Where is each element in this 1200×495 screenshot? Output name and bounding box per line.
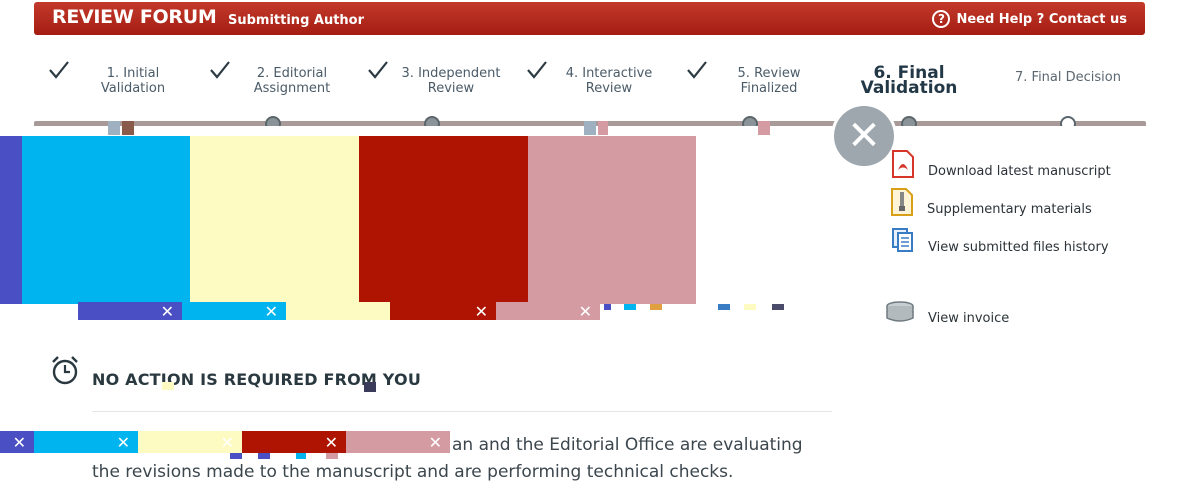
overlay-fragment	[604, 304, 611, 310]
overlay-tile[interactable]: ✕	[78, 302, 182, 321]
alarm-clock-icon	[52, 356, 78, 385]
check-icon	[210, 61, 230, 79]
coins-icon	[886, 301, 914, 322]
overlay-block	[0, 136, 22, 304]
step-7-label[interactable]: 7. Final Decision	[1008, 70, 1128, 85]
overlay-fragment	[162, 382, 174, 390]
overlay-block	[528, 136, 696, 304]
overlay-close-button[interactable]: ✕	[834, 106, 894, 166]
overlay-fragment	[598, 121, 608, 135]
overlay-tile[interactable]: ✕	[182, 302, 286, 321]
overlay-tile[interactable]: ✕	[138, 431, 242, 453]
step-5-label[interactable]: 5. Review Finalized	[728, 66, 810, 96]
overlay-fragment	[772, 304, 784, 310]
overlay-tile[interactable]: ✕	[346, 431, 450, 453]
overlay-tile[interactable]: ✕	[286, 302, 390, 321]
overlay-tile[interactable]: ✕	[0, 431, 34, 453]
overlay-fragment	[624, 304, 636, 310]
overlay-tile[interactable]: ✕	[242, 431, 346, 453]
app-header: REVIEW FORUM Submitting Author ? Need He…	[34, 2, 1145, 35]
overlay-tile[interactable]: ✕	[34, 431, 138, 453]
check-icon	[368, 61, 388, 79]
overlay-fragment	[758, 121, 770, 135]
check-icon	[527, 61, 547, 79]
overlay-fragment	[122, 121, 134, 135]
overlay-fragment	[364, 382, 376, 392]
brand-title: REVIEW FORUM	[52, 6, 217, 28]
overlay-fragment	[326, 453, 338, 459]
pdf-file-icon	[892, 150, 914, 178]
step-3-label[interactable]: 3. Independent Review	[398, 66, 504, 96]
user-role: Submitting Author	[228, 13, 365, 28]
download-manuscript-link[interactable]: Download latest manuscript	[928, 164, 1111, 179]
step-2-label[interactable]: 2. Editorial Assignment	[246, 66, 338, 96]
overlay-fragment	[296, 453, 306, 459]
overlay-tile[interactable]: ✕	[496, 302, 600, 321]
help-label: Need Help ? Contact us	[956, 11, 1127, 27]
step-1-label[interactable]: 1. Initial Validation	[92, 66, 174, 96]
overlay-block	[22, 136, 190, 304]
view-invoice-link[interactable]: View invoice	[928, 311, 1009, 326]
help-link[interactable]: ? Need Help ? Contact us	[932, 10, 1127, 28]
overlay-fragment	[718, 304, 730, 310]
overlay-fragment	[230, 453, 242, 459]
overlay-fragment	[650, 304, 662, 310]
overlay-fragment	[108, 121, 120, 135]
divider	[92, 411, 832, 412]
check-icon	[687, 61, 707, 79]
overlay-tile[interactable]: ✕	[390, 302, 496, 321]
question-circle-icon: ?	[932, 10, 951, 28]
overlay-block	[359, 136, 528, 304]
overlay-fragment	[584, 121, 596, 135]
overlay-fragment	[744, 304, 756, 310]
zip-file-icon	[891, 188, 913, 216]
check-icon	[49, 61, 69, 79]
overlay-fragment	[258, 453, 270, 459]
supplementary-materials-link[interactable]: Supplementary materials	[927, 202, 1092, 217]
step-6-label[interactable]: 6. Final Validation	[826, 65, 992, 97]
overlay-block	[190, 136, 359, 304]
files-history-link[interactable]: View submitted files history	[928, 240, 1109, 255]
files-history-icon	[892, 228, 913, 252]
step-4-label[interactable]: 4. Interactive Review	[560, 66, 658, 96]
